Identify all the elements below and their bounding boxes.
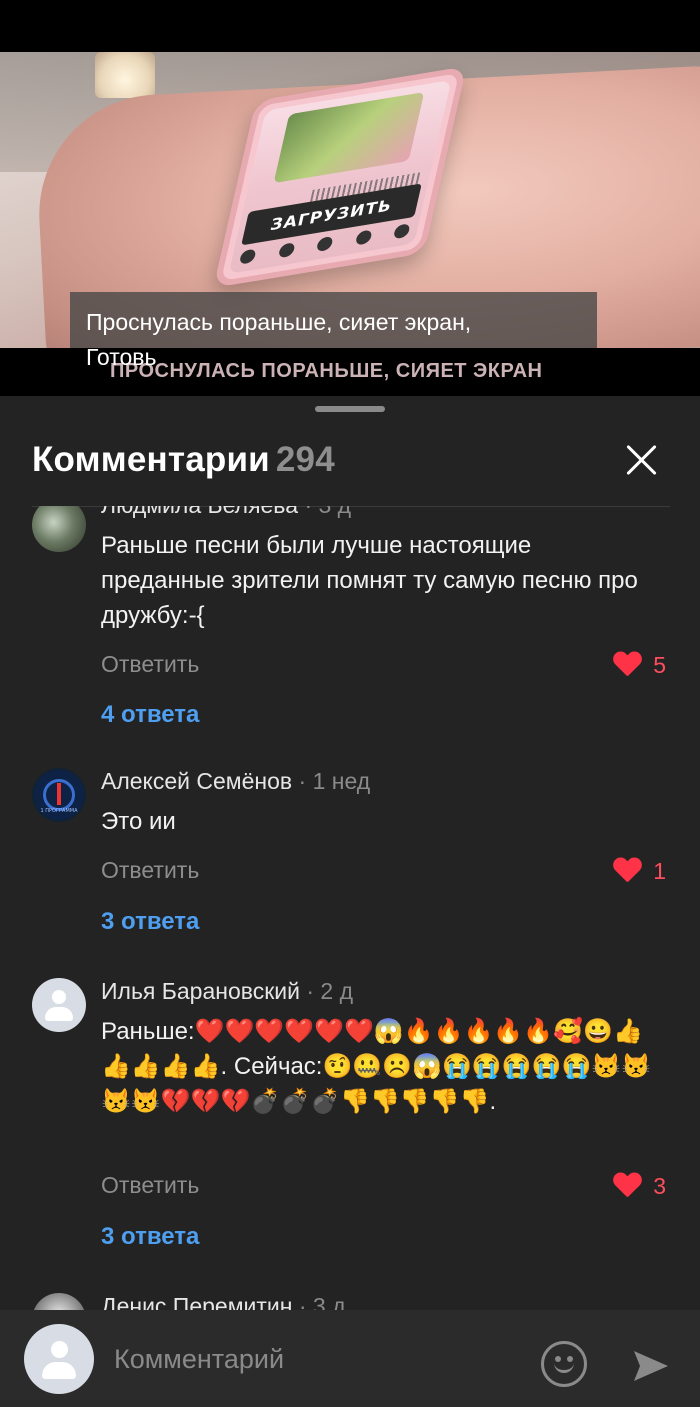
comment-text: Раньше:❤️❤️❤️❤️❤️❤️😱🔥🔥🔥🔥🔥🥰😀👍👍👍👍👍. Сейчас… [101, 1018, 652, 1115]
reply-button[interactable]: Ответить [101, 1172, 199, 1199]
avatar-label: 1 ПРОГРАММА [40, 808, 78, 814]
like-button[interactable]: 1 [613, 856, 666, 886]
subtitle-line-2: Готовь [86, 344, 157, 370]
replies-link[interactable]: 3 ответа [101, 1223, 199, 1251]
heart-icon [613, 858, 641, 884]
comment-time: · 3 д [304, 506, 351, 518]
like-count: 1 [653, 857, 666, 884]
comment-text: Раньше песни были лучше настоящие предан… [101, 532, 638, 629]
send-icon[interactable] [630, 1345, 672, 1387]
user-avatar-icon[interactable] [24, 1324, 94, 1394]
like-button[interactable]: 3 [613, 1171, 666, 1201]
subtitle-line-1: Проснулась пораньше, сияет экран, [86, 309, 472, 335]
replies-link[interactable]: 4 ответа [101, 701, 199, 729]
like-count: 3 [653, 1172, 666, 1199]
emoji-icon[interactable] [541, 1341, 587, 1387]
replies-link[interactable]: 3 ответа [101, 908, 199, 936]
reply-button[interactable]: Ответить [101, 857, 199, 884]
heart-icon [613, 652, 641, 678]
comments-title: Комментарии 294 [32, 440, 335, 480]
comments-count: 294 [275, 440, 335, 479]
sheet-drag-handle[interactable] [315, 406, 385, 412]
reply-button[interactable]: Ответить [101, 651, 199, 678]
comment-meta: Алексей Семёнов · 1 нед [101, 768, 370, 795]
comment-time: · 2 д [306, 978, 354, 1004]
comments-title-label: Комментарии [32, 440, 270, 479]
comment-input-bar [0, 1310, 700, 1407]
comment-text: Это ии [101, 808, 176, 835]
comments-list[interactable]: Людмила Беляева · 3 д Раньше песни были … [0, 506, 700, 1312]
comments-header: Комментарии 294 [0, 426, 700, 504]
comment-author[interactable]: Алексей Семёнов [101, 768, 292, 794]
close-icon[interactable] [620, 438, 664, 482]
comments-sheet: Комментарии294 Людмила Беляева · 3 д Ран… [0, 396, 700, 1407]
comment-time: · 1 нед [298, 768, 371, 794]
comment-input[interactable] [114, 1336, 514, 1382]
video-lamp [95, 52, 155, 98]
like-button[interactable]: 5 [613, 650, 666, 680]
avatar[interactable]: 1 ПРОГРАММА [32, 768, 86, 822]
comment-meta: Илья Барановский · 2 д [101, 978, 353, 1005]
comment-meta: Людмила Беляева · 3 д [101, 506, 351, 519]
avatar[interactable] [32, 506, 86, 552]
user-avatar-icon[interactable] [32, 978, 86, 1032]
comment-author[interactable]: Людмила Беляева [101, 506, 298, 518]
video-burned-caption: ПРОСНУЛАСЬ ПОРАНЬШЕ, СИЯЕТ ЭКРАН [110, 360, 543, 382]
like-count: 5 [653, 651, 666, 678]
comment-author[interactable]: Илья Барановский [101, 978, 300, 1004]
heart-icon [613, 1173, 641, 1199]
